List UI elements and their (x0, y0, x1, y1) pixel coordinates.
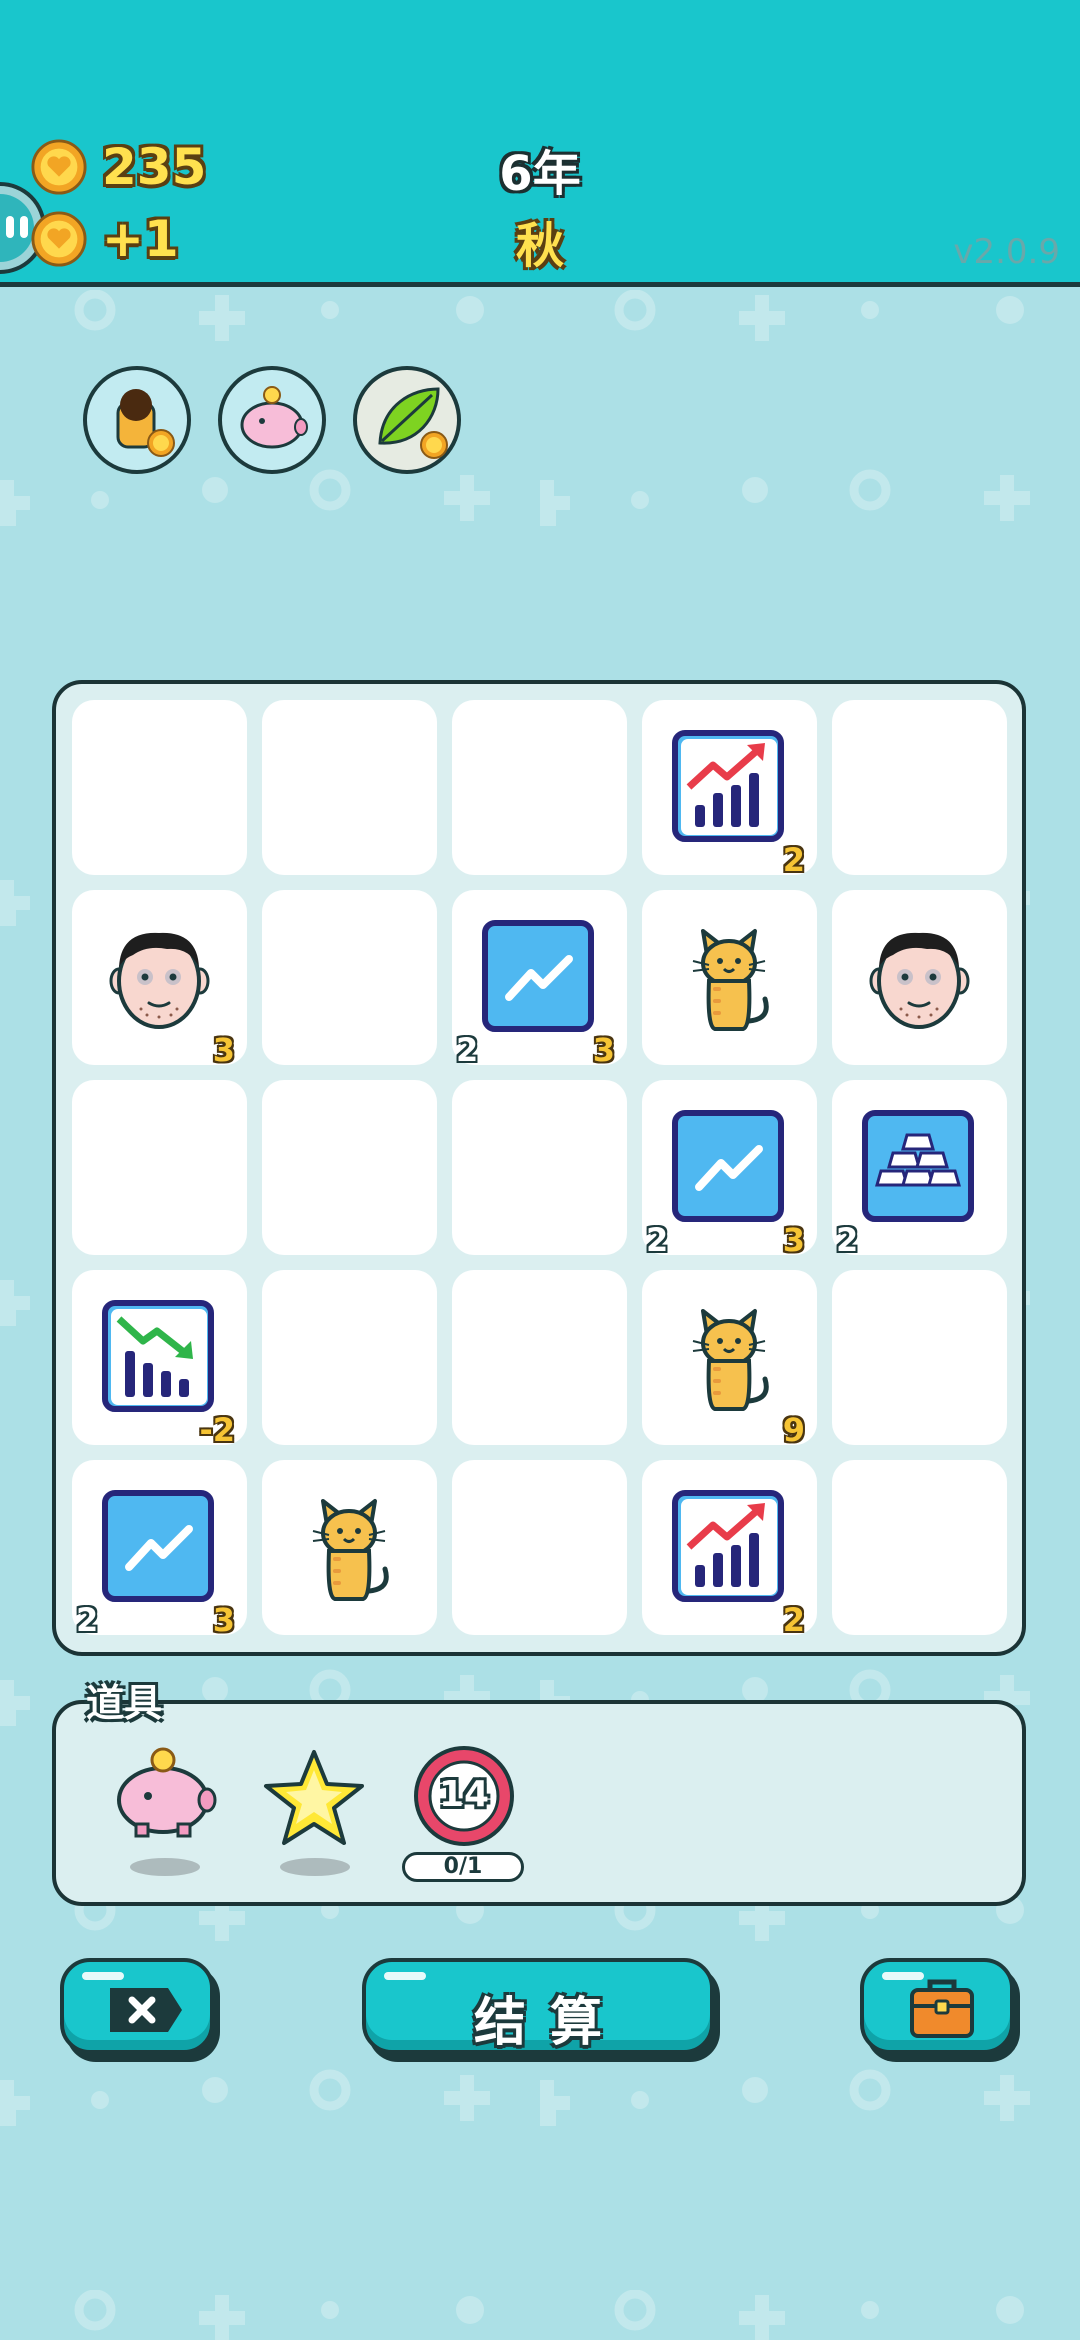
tool-roulette[interactable]: 14 (412, 1744, 516, 1852)
symbol-value: 3 (782, 1221, 805, 1259)
settle-button-label: 结算 (473, 1993, 626, 2053)
version-label: v2.0.9 (953, 232, 1060, 272)
board-cell[interactable] (262, 1080, 437, 1255)
symbol-value: 3 (212, 1031, 235, 1069)
chart-up-icon (672, 1490, 784, 1602)
board-cell[interactable] (832, 700, 1007, 875)
board-cell[interactable]: -2 (72, 1270, 247, 1449)
bag-button[interactable] (860, 1958, 1014, 2054)
symbol-value: 2 (782, 841, 805, 879)
board-cell[interactable] (72, 1080, 247, 1255)
face-icon (109, 932, 210, 1029)
coin-icon (31, 139, 87, 195)
board-cell[interactable] (452, 1270, 627, 1445)
symbol-counter: 2 (76, 1601, 99, 1639)
trend-line-icon (102, 1490, 214, 1602)
income-counter: +1 (30, 210, 179, 268)
tool-shadow (280, 1858, 350, 1876)
board-cell[interactable] (832, 890, 1007, 1065)
symbol-counter: 2 (646, 1221, 669, 1259)
button-gloss (384, 1972, 426, 1980)
tools-title: 道具 (86, 1681, 163, 1725)
symbol-value: 3 (592, 1031, 615, 1069)
symbol-value: 2 (782, 1601, 805, 1639)
tool-piggy-bank[interactable] (108, 1742, 218, 1876)
owned-item-leaf-with-coin-icon[interactable] (352, 365, 462, 475)
board-cell[interactable]: 3 (72, 890, 247, 1069)
income-amount: +1 (102, 210, 179, 268)
cat-icon (312, 1499, 389, 1601)
year-label: 6年 (499, 146, 581, 202)
star-icon (264, 1750, 364, 1845)
symbol-value: -2 (199, 1411, 235, 1449)
board-cell[interactable] (832, 1270, 1007, 1445)
board-cell[interactable]: 32 (72, 1460, 247, 1639)
board-cell[interactable] (452, 700, 627, 875)
board-cell[interactable] (452, 1080, 627, 1255)
symbol-counter: 2 (836, 1221, 859, 1259)
button-gloss (82, 1972, 124, 1980)
board-cell[interactable] (262, 1270, 437, 1445)
board-cell[interactable] (642, 890, 817, 1065)
face-icon (869, 932, 970, 1029)
tool-star[interactable] (262, 1748, 367, 1876)
roulette-number: 14 (438, 1774, 490, 1815)
piggy-bank-icon (117, 1747, 217, 1838)
owned-item-piggy-bank-icon[interactable] (217, 365, 327, 475)
coin-amount: 235 (102, 138, 207, 196)
owned-item-cat-with-coin-icon[interactable] (82, 365, 192, 475)
symbol-counter: 2 (456, 1031, 479, 1069)
close-tag-icon (110, 1988, 182, 2032)
board-cell[interactable]: 32 (642, 1080, 817, 1259)
board-cell[interactable]: 32 (452, 890, 627, 1069)
board-cell[interactable] (262, 700, 437, 875)
board-cell[interactable] (72, 700, 247, 875)
skip-button[interactable] (60, 1958, 214, 2054)
trend-line-icon (482, 920, 594, 1032)
symbol-value: 3 (212, 1601, 235, 1639)
board-cell[interactable]: 2 (642, 1460, 817, 1639)
trend-line-icon (672, 1110, 784, 1222)
symbol-value: 9 (782, 1411, 805, 1449)
board-cell[interactable]: 9 (642, 1270, 817, 1449)
coin-icon (31, 211, 87, 267)
chart-up-icon (672, 730, 784, 842)
cat-icon (692, 1309, 769, 1411)
board-cell[interactable] (452, 1460, 627, 1635)
settle-button[interactable]: 结算 (362, 1958, 714, 2054)
gold-bars-icon (862, 1110, 974, 1222)
briefcase-icon (910, 1979, 974, 2038)
board-cell[interactable] (262, 890, 437, 1065)
coin-counter: 235 (30, 138, 206, 196)
cat-icon (692, 929, 769, 1031)
board-cell[interactable] (262, 1460, 437, 1635)
chart-down-icon (102, 1300, 214, 1412)
board-cell[interactable]: 2 (832, 1080, 1007, 1259)
roulette-counter: 0/1 (402, 1852, 524, 1882)
top-bar: 235 +1 6年 秋 v2.0.9 (0, 0, 1080, 287)
board-cell[interactable]: 2 (642, 700, 817, 879)
board-cell[interactable] (832, 1460, 1007, 1635)
season-label: 秋 (515, 218, 564, 274)
tool-shadow (130, 1858, 200, 1876)
